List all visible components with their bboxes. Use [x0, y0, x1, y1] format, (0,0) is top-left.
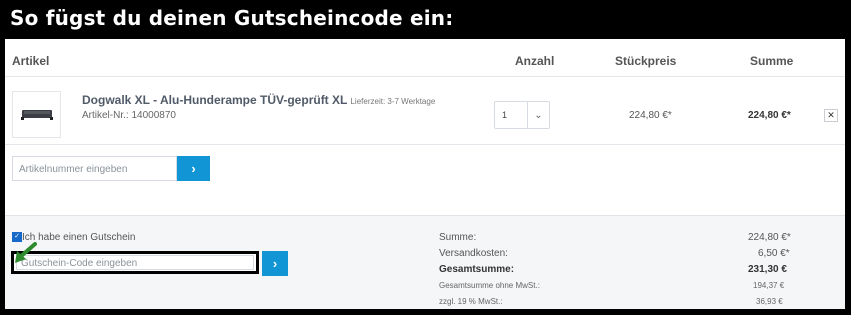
item-divider — [5, 144, 845, 145]
delivery-time: Lieferzeit: 3-7 Werktage — [350, 97, 436, 106]
column-header-summe: Summe — [750, 54, 794, 68]
versand-value: 6,50 €* — [758, 248, 790, 259]
voucher-checkbox-label[interactable]: Ich habe einen Gutschein — [22, 232, 135, 243]
chevron-right-icon: › — [272, 256, 278, 271]
voucher-code-input[interactable]: Gutschein-Code eingeben — [11, 251, 259, 274]
product-name-row: Dogwalk XL - Alu-Hunderampe TÜV-geprüft … — [82, 93, 435, 107]
article-number-input[interactable]: Artikelnummer eingeben — [12, 156, 177, 181]
cart-panel: Artikel Anzahl Stückpreis Summe Dogwalk … — [5, 39, 845, 309]
mwst-value: 36,93 € — [756, 297, 783, 306]
voucher-code-placeholder: Gutschein-Code eingeben — [16, 255, 254, 270]
gesamt-value: 231,30 € — [748, 264, 787, 275]
column-header-artikel: Artikel — [12, 54, 50, 68]
quantity-value: 1 — [502, 110, 508, 120]
remove-item-icon[interactable]: ✕ — [824, 109, 838, 122]
article-number: Artikel-Nr.: 14000870 — [82, 110, 176, 121]
voucher-checkbox[interactable]: ✓ — [12, 232, 22, 242]
product-thumbnail[interactable] — [12, 91, 61, 138]
chevron-right-icon: › — [191, 161, 196, 176]
versand-label: Versandkosten: — [439, 248, 508, 259]
unit-price: 224,80 €* — [629, 110, 672, 121]
product-name-link[interactable]: Dogwalk XL - Alu-Hunderampe TÜV-geprüft … — [82, 93, 347, 107]
dog-ramp-image — [21, 110, 53, 120]
header-divider — [5, 76, 845, 77]
page-title: So fügst du deinen Gutscheincode ein: — [10, 6, 454, 30]
mwst-label: zzgl. 19 % MwSt.: — [439, 297, 503, 306]
green-arrow-icon — [15, 242, 37, 263]
line-total: 224,80 €* — [748, 110, 791, 121]
gesamt-label: Gesamtsumme: — [439, 264, 515, 275]
chevron-down-icon: ⌄ — [527, 102, 549, 128]
netto-label: Gesamtsumme ohne MwSt.: — [439, 281, 540, 290]
column-header-anzahl: Anzahl — [515, 54, 555, 68]
article-number-placeholder: Artikelnummer eingeben — [19, 164, 128, 175]
netto-value: 194,37 € — [753, 281, 785, 290]
add-article-button[interactable]: › — [177, 156, 210, 181]
redeem-voucher-button[interactable]: › — [262, 251, 288, 276]
quantity-select[interactable]: 1 ⌄ — [494, 101, 550, 129]
column-header-stueckpreis: Stückpreis — [615, 54, 677, 68]
summe-value: 224,80 €* — [748, 232, 791, 243]
summe-label: Summe: — [439, 232, 477, 243]
